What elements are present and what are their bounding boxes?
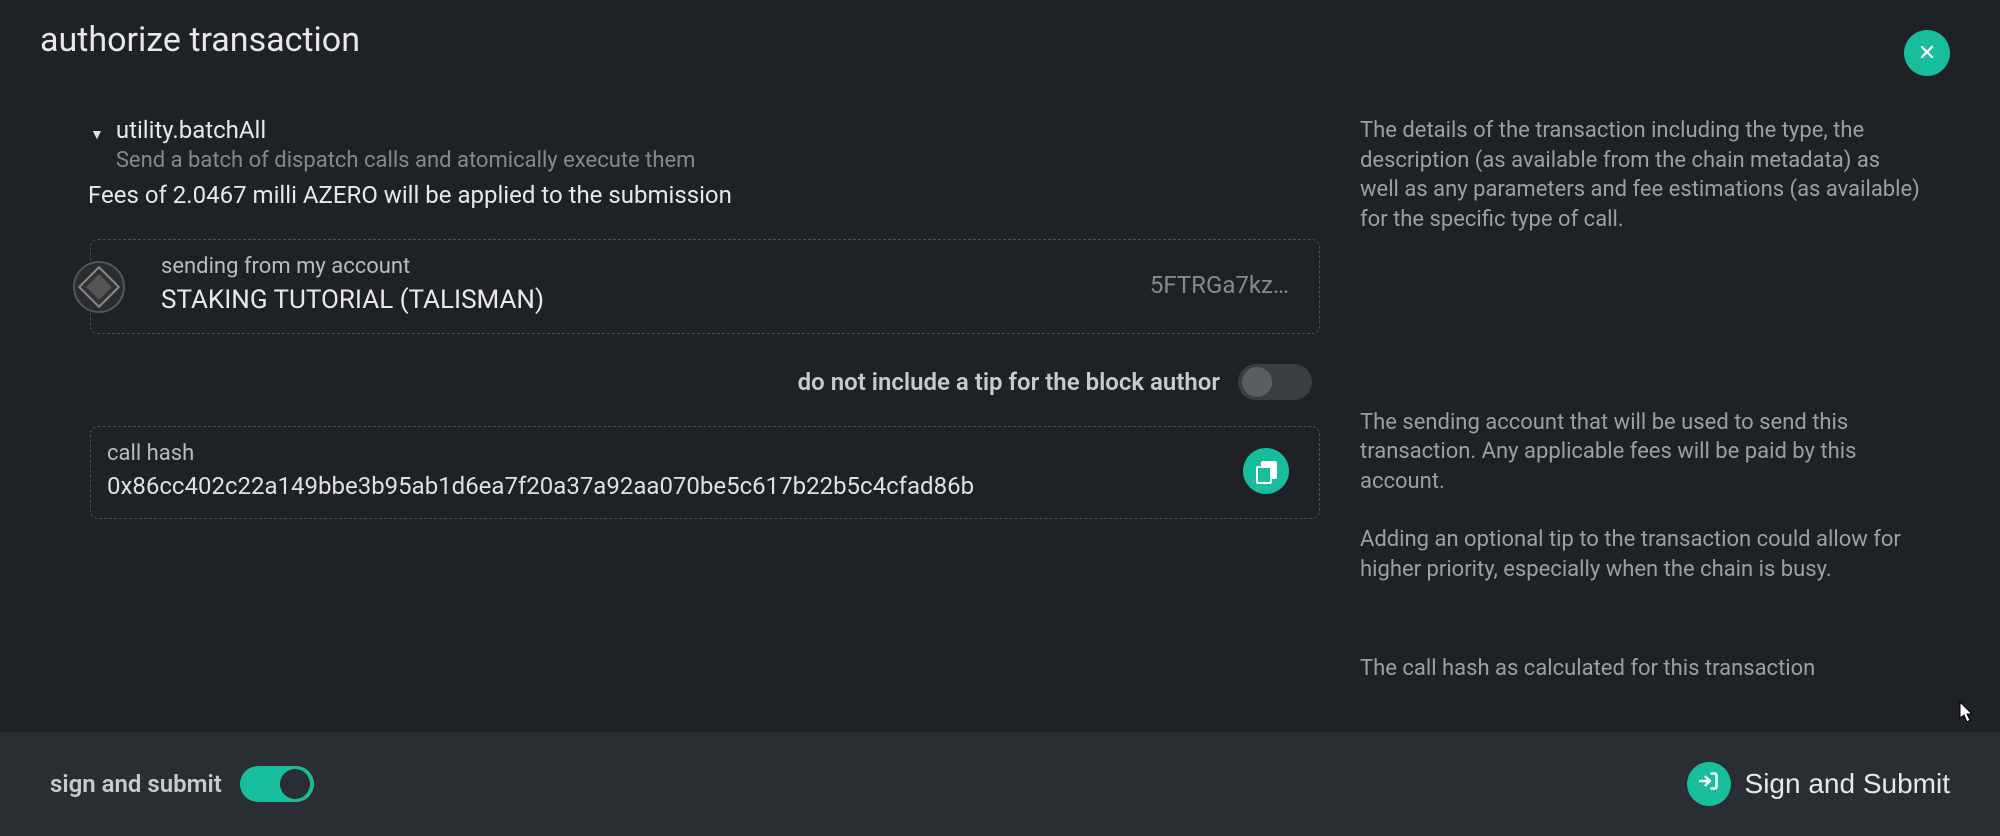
sign-and-submit-toggle[interactable] — [240, 766, 314, 802]
call-info: utility.batchAll Send a batch of dispatc… — [116, 116, 1320, 173]
copy-hash-button[interactable] — [1243, 448, 1289, 494]
sign-in-icon — [1699, 771, 1719, 797]
tip-label: do not include a tip for the block autho… — [798, 368, 1220, 396]
tip-row: do not include a tip for the block autho… — [90, 364, 1320, 400]
sign-and-submit-button[interactable]: Sign and Submit — [1687, 762, 1950, 806]
help-hash: The call hash as calculated for this tra… — [1360, 654, 1920, 684]
authorize-transaction-modal: authorize transaction ✕ ▼ utility.batchA… — [0, 0, 2000, 744]
toggle-knob — [1242, 367, 1272, 397]
fees-text: Fees of 2.0467 milli AZERO will be appli… — [88, 181, 1320, 209]
call-name: utility.batchAll — [116, 116, 1320, 144]
account-name: STAKING TUTORIAL (TALISMAN) — [161, 285, 1150, 315]
help-tip: Adding an optional tip to the transactio… — [1360, 525, 1920, 584]
submit-icon-circle — [1687, 762, 1731, 806]
page-title: authorize transaction — [40, 20, 360, 60]
call-description: Send a batch of dispatch calls and atomi… — [116, 148, 1320, 173]
account-field-label: sending from my account — [161, 254, 1150, 279]
hash-field-content: call hash 0x86cc402c22a149bbe3b95ab1d6ea… — [107, 441, 1243, 500]
modal-header: authorize transaction ✕ — [0, 0, 2000, 86]
call-hash-field: call hash 0x86cc402c22a149bbe3b95ab1d6ea… — [90, 426, 1320, 519]
transaction-details-column: ▼ utility.batchAll Send a batch of dispa… — [90, 116, 1320, 712]
close-button[interactable]: ✕ — [1904, 30, 1950, 76]
footer-left: sign and submit — [50, 766, 314, 802]
close-icon: ✕ — [1918, 40, 1936, 66]
hash-field-label: call hash — [107, 441, 1243, 466]
caret-down-icon[interactable]: ▼ — [90, 126, 104, 143]
modal-footer: sign and submit Sign and Submit — [0, 732, 2000, 836]
submit-button-label: Sign and Submit — [1745, 768, 1950, 800]
copy-icon — [1256, 461, 1276, 481]
help-details: The details of the transaction including… — [1360, 116, 1920, 235]
modal-content: ▼ utility.batchAll Send a batch of dispa… — [0, 86, 2000, 732]
account-short-address: 5FTRGa7kz… — [1150, 271, 1289, 299]
help-column: The details of the transaction including… — [1360, 116, 1960, 712]
sign-and-submit-label: sign and submit — [50, 770, 222, 798]
account-avatar — [73, 261, 125, 313]
call-header: ▼ utility.batchAll Send a batch of dispa… — [90, 116, 1320, 173]
account-field-content: sending from my account STAKING TUTORIAL… — [161, 254, 1150, 315]
tip-toggle[interactable] — [1238, 364, 1312, 400]
toggle-knob — [280, 769, 310, 799]
sending-account-field[interactable]: sending from my account STAKING TUTORIAL… — [90, 239, 1320, 334]
help-account: The sending account that will be used to… — [1360, 408, 1920, 497]
call-hash-value: 0x86cc402c22a149bbe3b95ab1d6ea7f20a37a92… — [107, 472, 1243, 500]
